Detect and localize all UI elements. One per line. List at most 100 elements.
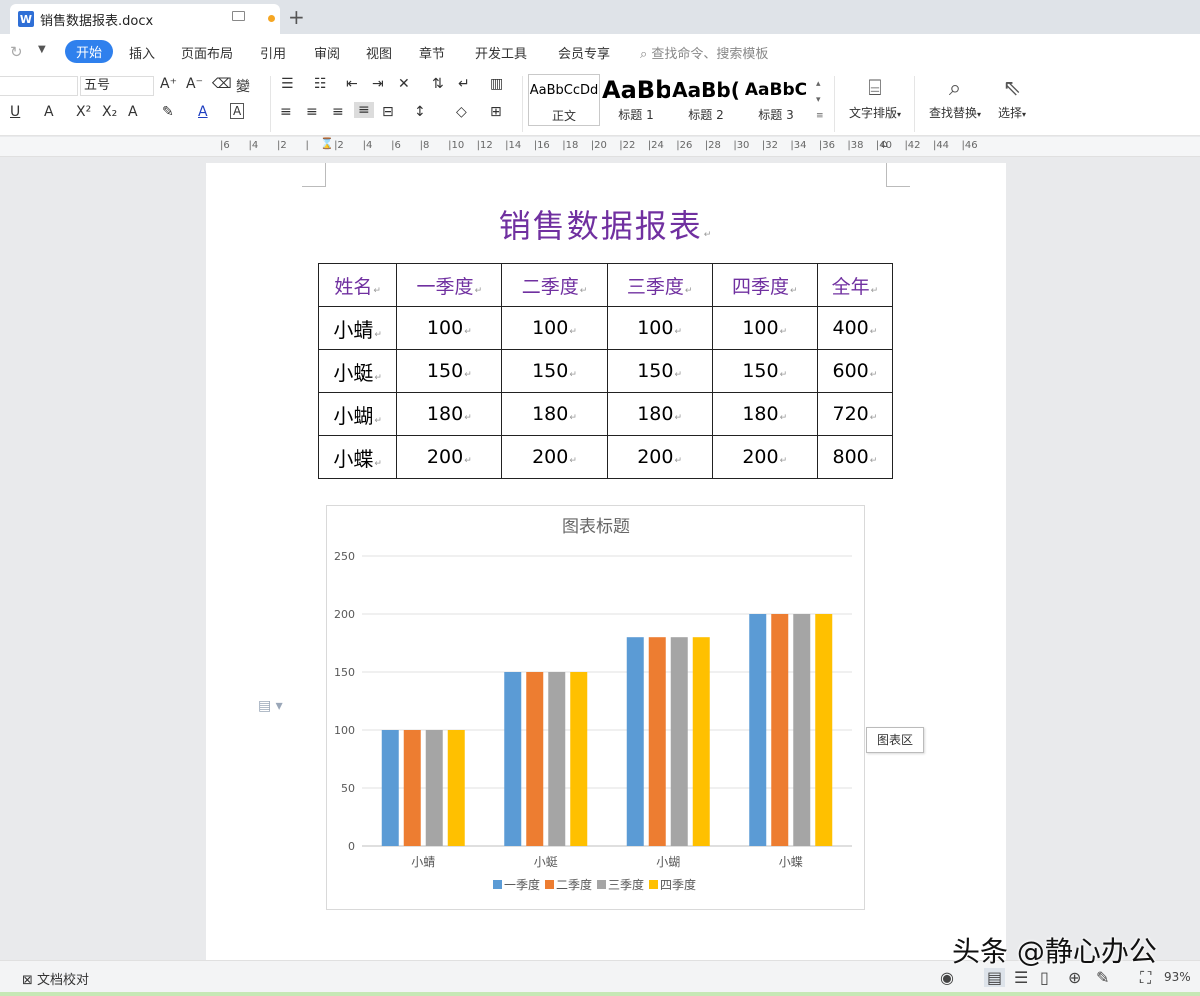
decrease-indent-icon[interactable]: ⇤ — [346, 76, 358, 92]
menu-member[interactable]: 会员专享 — [558, 43, 610, 62]
gallery-scroll-icon[interactable]: ▴ ▾ ≡ — [816, 76, 824, 124]
table-cell[interactable]: 200↵ — [396, 435, 503, 479]
style-normal[interactable]: AaBbCcDd 正文 — [528, 74, 600, 126]
change-case-icon[interactable]: A — [128, 104, 138, 120]
table-cell[interactable]: 150↵ — [711, 349, 818, 393]
phonetic-guide-icon[interactable]: 變 — [236, 76, 250, 96]
shrink-font-icon[interactable]: A⁻ — [186, 76, 203, 92]
justify-icon[interactable]: ≡ — [354, 102, 374, 118]
underline-icon[interactable]: U — [10, 104, 20, 120]
zoom-level[interactable]: 93% — [1164, 970, 1191, 984]
table-cell[interactable]: 小蜓↵ — [317, 349, 398, 393]
table-cell[interactable]: 小蝶↵ — [317, 435, 398, 479]
table-cell[interactable]: 150↵ — [501, 349, 608, 393]
table-cell[interactable]: 180↵ — [396, 392, 503, 436]
bullet-list-icon[interactable]: ☰ — [281, 76, 294, 92]
table-header-cell[interactable]: 一季度↵ — [396, 263, 503, 307]
borders-icon[interactable]: ⊞ — [490, 104, 502, 120]
table-cell[interactable]: 200↵ — [501, 435, 608, 479]
clear-format-icon[interactable]: ⌫ — [212, 76, 232, 92]
sort-icon[interactable]: ⇅ — [432, 76, 444, 92]
table-header-cell[interactable]: 全年↵ — [816, 263, 894, 307]
line-spacing-icon[interactable]: ↕ — [414, 104, 426, 120]
menu-page-layout[interactable]: 页面布局 — [181, 43, 233, 62]
table-cell[interactable]: 720↵ — [816, 392, 894, 436]
table-cell[interactable]: 100↵ — [606, 306, 713, 350]
page-view-icon[interactable]: ▤ — [984, 968, 1006, 987]
outline-view-icon[interactable]: ☰ — [1014, 968, 1028, 987]
chinese-layout-icon[interactable]: ✕ — [398, 76, 410, 92]
menu-developer[interactable]: 开发工具 — [475, 43, 527, 62]
reading-view-icon[interactable]: ▯ — [1040, 968, 1049, 987]
superscript-icon[interactable]: X² — [76, 104, 91, 120]
document-page[interactable]: 销售数据报表↵ 姓名↵ 一季度↵ 二季度↵ 三季度↵ 四季度↵ 全年↵ 小蜻↵ … — [206, 163, 1006, 960]
numbered-list-icon[interactable]: ☷ — [314, 76, 327, 92]
menu-references[interactable]: 引用 — [260, 43, 286, 62]
table-cell[interactable]: 600↵ — [816, 349, 894, 393]
distribute-icon[interactable]: ⊟ — [382, 104, 394, 120]
find-replace-button[interactable]: ⌕ 查找替换▾ — [922, 74, 988, 121]
document-tab[interactable]: W 销售数据报表.docx — [10, 4, 280, 34]
align-right-icon[interactable]: ≡ — [332, 104, 344, 120]
indent-marker-icon[interactable]: ⌛ — [320, 137, 334, 150]
sales-table[interactable]: 姓名↵ 一季度↵ 二季度↵ 三季度↵ 四季度↵ 全年↵ 小蜻↵ 100↵ 100… — [317, 263, 894, 479]
table-cell[interactable]: 180↵ — [711, 392, 818, 436]
web-view-icon[interactable]: ⊕ — [1068, 968, 1081, 987]
right-indent-marker-icon[interactable]: ⌂ — [881, 137, 888, 150]
table-header-cell[interactable]: 四季度↵ — [711, 263, 818, 307]
table-cell[interactable]: 100↵ — [501, 306, 608, 350]
table-cell[interactable]: 150↵ — [396, 349, 503, 393]
table-header-cell[interactable]: 三季度↵ — [606, 263, 713, 307]
menu-review[interactable]: 审阅 — [314, 43, 340, 62]
font-color-icon[interactable]: A — [198, 104, 208, 120]
show-marks-icon[interactable]: ↵ — [458, 76, 470, 92]
table-cell[interactable]: 150↵ — [606, 349, 713, 393]
menu-section[interactable]: 章节 — [419, 43, 445, 62]
style-heading-2[interactable]: AaBb( 标题 2 — [672, 74, 740, 126]
eye-protection-icon[interactable]: ◉ — [940, 968, 954, 987]
table-cell[interactable]: 小蜻↵ — [317, 306, 398, 350]
table-cell[interactable]: 小蝴↵ — [317, 392, 398, 436]
chevron-down-icon[interactable]: ▼ — [38, 44, 46, 55]
text-layout-button[interactable]: ⌸ 文字排版▾ — [842, 74, 908, 121]
table-cell[interactable]: 180↵ — [606, 392, 713, 436]
table-cell[interactable]: 400↵ — [816, 306, 894, 350]
font-name-select[interactable] — [0, 76, 78, 96]
highlight-icon[interactable]: ✎ — [162, 104, 174, 120]
align-left-icon[interactable]: ≡ — [280, 104, 292, 120]
align-center-icon[interactable]: ≡ — [306, 104, 318, 120]
style-heading-1[interactable]: AaBb 标题 1 — [602, 74, 670, 126]
select-button[interactable]: ⇖ 选择▾ — [992, 74, 1032, 121]
table-cell[interactable]: 800↵ — [816, 435, 894, 479]
table-cell[interactable]: 200↵ — [606, 435, 713, 479]
redo-icon[interactable]: ↻ — [10, 43, 23, 61]
new-tab-icon[interactable]: + — [288, 5, 305, 29]
grow-font-icon[interactable]: A⁺ — [160, 76, 177, 92]
horizontal-ruler[interactable]: |6 |4 |2 | |2 |4 |6 |8 |10 |12 |14 |16 |18 |20 |22 |24 |… — [0, 137, 1200, 157]
table-header-cell[interactable]: 二季度↵ — [501, 263, 608, 307]
cell-text: 150 — [742, 360, 779, 382]
increase-indent-icon[interactable]: ⇥ — [372, 76, 384, 92]
shading-icon[interactable]: ◇ — [456, 104, 467, 120]
style-heading-3[interactable]: AaBbC 标题 3 — [742, 74, 810, 126]
menu-insert[interactable]: 插入 — [129, 43, 155, 62]
table-cell[interactable]: 100↵ — [711, 306, 818, 350]
table-cell[interactable]: 180↵ — [501, 392, 608, 436]
font-size-select[interactable]: 五号 — [80, 76, 154, 96]
write-mode-icon[interactable]: ✎ — [1096, 968, 1109, 987]
menu-view[interactable]: 视图 — [366, 43, 392, 62]
text-effect-icon[interactable]: A — [44, 104, 54, 120]
monitor-icon[interactable] — [232, 11, 245, 21]
table-cell[interactable]: 100↵ — [396, 306, 503, 350]
table-header-cell[interactable]: 姓名↵ — [317, 263, 398, 307]
table-cell[interactable]: 200↵ — [711, 435, 818, 479]
layout-options-icon[interactable]: ▤ ▾ — [258, 698, 283, 714]
column-chart[interactable]: 图表标题 0 50 100 150 200 250 小蜻 小蜓 小蝴 小蝶 一季度 二季度 三季度 四季度 — [326, 505, 865, 910]
table-tab-icon[interactable]: ▥ — [490, 76, 503, 92]
subscript-icon[interactable]: X₂ — [102, 104, 117, 120]
char-border-icon[interactable]: A — [230, 103, 245, 119]
fit-page-icon[interactable]: ⛶ — [1140, 968, 1151, 988]
command-search[interactable]: ⌕ 查找命令、搜索模板 — [640, 43, 768, 62]
menu-home[interactable]: 开始 — [65, 40, 114, 63]
proofread-button[interactable]: ⊠ 文档校对 — [22, 969, 89, 988]
